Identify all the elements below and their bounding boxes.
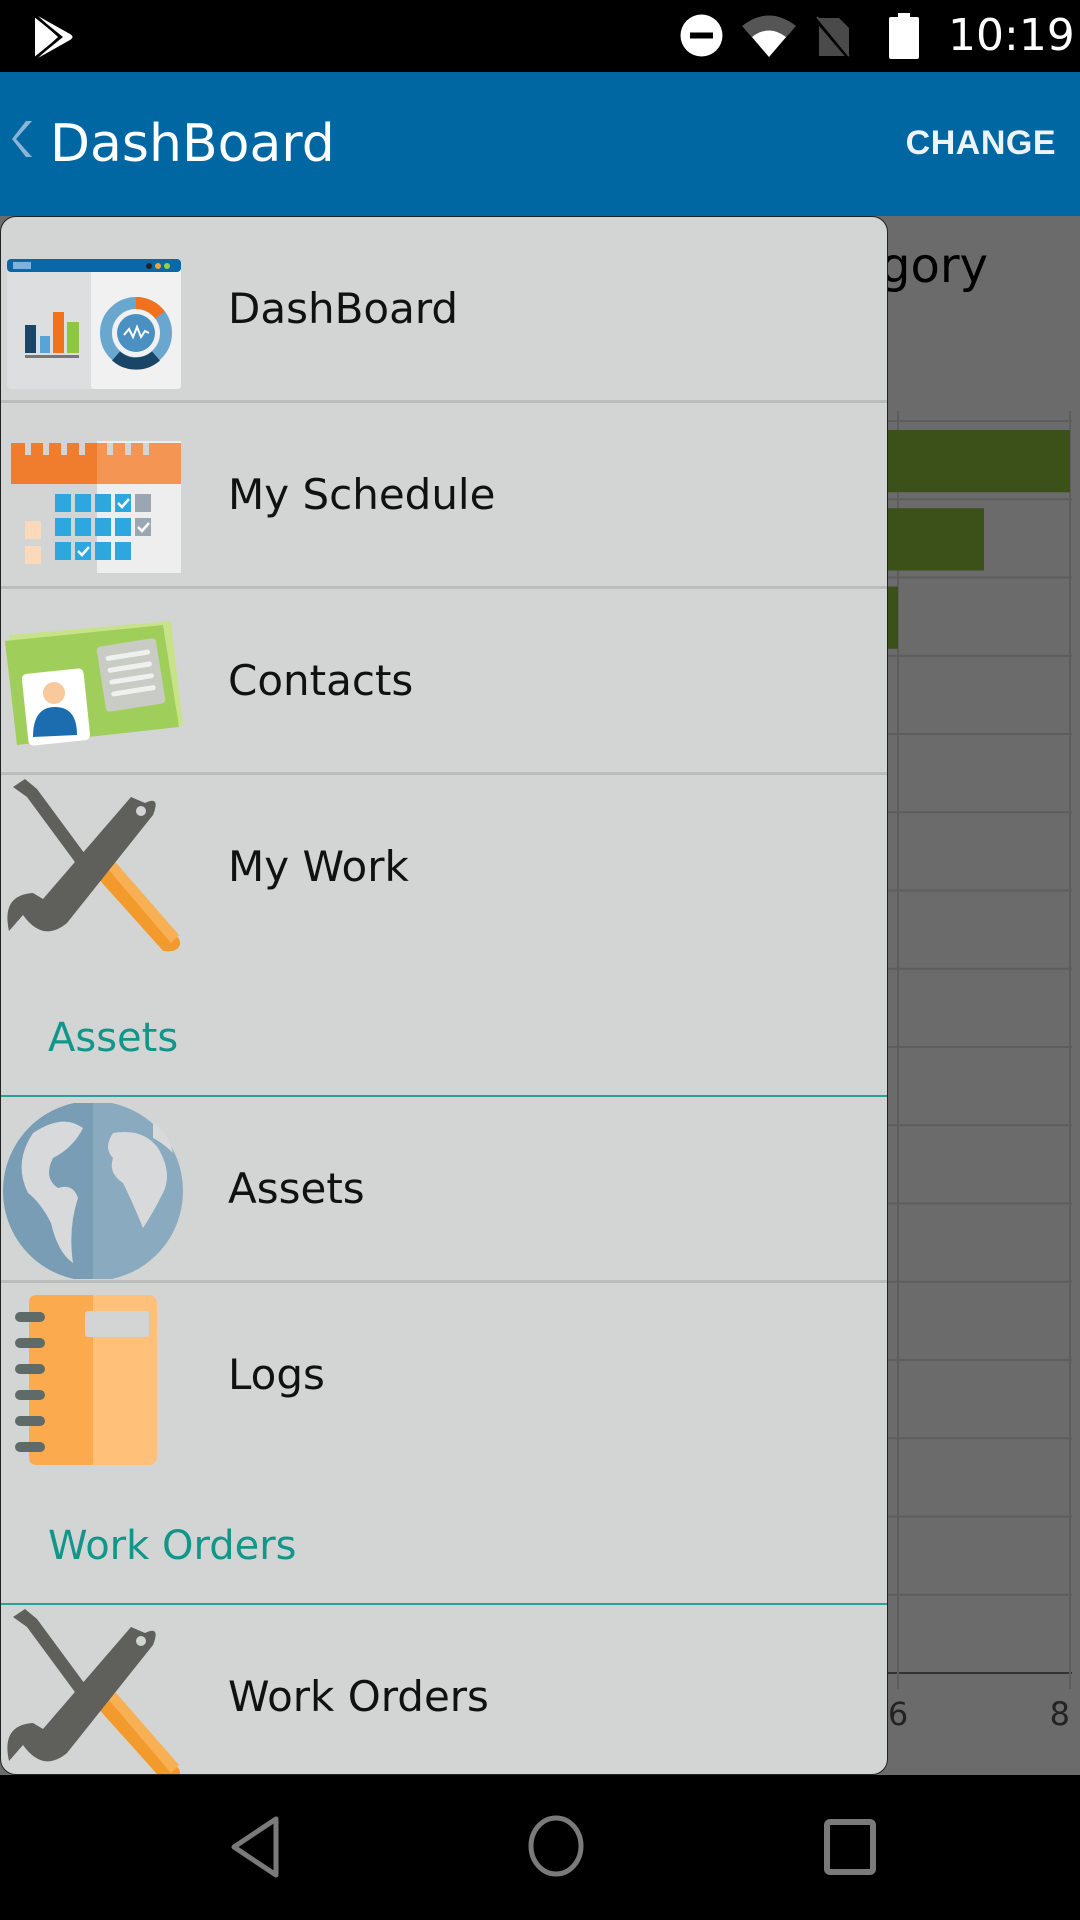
drawer-item-label: Work Orders: [228, 1672, 489, 1721]
drawer-item-logs[interactable]: Logs: [1, 1283, 887, 1469]
drawer-item-label: Assets: [228, 1164, 365, 1213]
wrench-screwdriver-icon: [7, 1609, 181, 1774]
no-sim-icon: [813, 16, 851, 58]
section-header-assets: Assets: [1, 961, 887, 1097]
section-label: Work Orders: [48, 1523, 297, 1569]
wifi-icon: [742, 15, 796, 57]
drawer-item-label: My Schedule: [228, 470, 496, 519]
calendar-icon: [11, 441, 181, 573]
do-not-disturb-icon: [680, 14, 723, 57]
drawer-item-my-schedule[interactable]: My Schedule: [1, 403, 887, 589]
drawer-item-label: My Work: [228, 842, 409, 891]
globe-icon: [3, 1103, 183, 1279]
chevron-left-icon[interactable]: [12, 120, 34, 158]
drawer-item-label: Logs: [228, 1350, 325, 1399]
drawer-item-dashboard[interactable]: DashBoard: [1, 217, 887, 403]
section-header-work-orders: Work Orders: [1, 1469, 887, 1605]
contact-card-icon: [5, 621, 183, 746]
drawer-item-label: Contacts: [228, 656, 414, 705]
app-bar: DashBoard CHANGE: [0, 72, 1080, 216]
section-label: Assets: [48, 1015, 179, 1061]
drawer-item-work-orders[interactable]: Work Orders: [1, 1605, 887, 1774]
back-icon[interactable]: [228, 1815, 284, 1879]
drawer-item-my-work[interactable]: My Work: [1, 775, 887, 961]
battery-icon: [889, 13, 919, 59]
notebook-icon: [15, 1295, 157, 1465]
status-bar: 10:19: [0, 0, 1080, 72]
home-icon[interactable]: [524, 1813, 588, 1879]
wrench-screwdriver-icon: [7, 779, 181, 951]
system-nav-bar: [0, 1775, 1080, 1920]
change-button[interactable]: CHANGE: [906, 123, 1056, 163]
recents-icon[interactable]: [822, 1817, 880, 1877]
page-title[interactable]: DashBoard: [50, 112, 335, 176]
navigation-drawer: DashBoard My Schedule Contacts My Work A…: [0, 216, 888, 1775]
drawer-item-assets[interactable]: Assets: [1, 1097, 887, 1283]
drawer-item-contacts[interactable]: Contacts: [1, 589, 887, 775]
dashboard-icon: [7, 259, 181, 389]
play-store-icon: [34, 15, 73, 59]
status-time: 10:19: [948, 10, 1075, 61]
drawer-item-label: DashBoard: [228, 284, 459, 333]
